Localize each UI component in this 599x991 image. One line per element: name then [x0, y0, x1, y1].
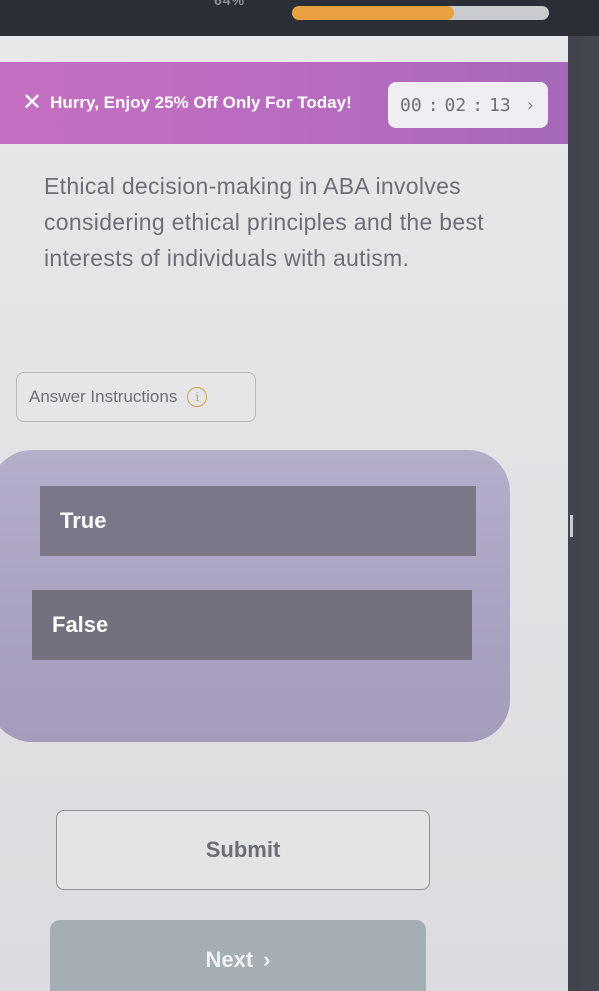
timer-hours: 00	[400, 94, 422, 116]
option-true[interactable]: True	[40, 486, 476, 556]
answer-options-panel: True False	[0, 450, 510, 742]
close-icon[interactable]: ✕	[22, 91, 42, 115]
timer-minutes: 02	[444, 94, 467, 116]
progress-percent: 64%	[214, 0, 246, 8]
timer-seconds: 13	[489, 94, 511, 116]
timer-separator: :	[427, 94, 439, 116]
option-label: True	[60, 508, 107, 533]
chevron-right-icon: ›	[524, 94, 536, 116]
submit-label: Submit	[205, 837, 281, 862]
promo-text: Hurry, Enjoy 25% Off Only For Today!	[50, 93, 352, 112]
next-label: Next	[205, 947, 254, 972]
submit-button[interactable]: Submit	[56, 810, 430, 890]
option-false[interactable]: False	[32, 590, 472, 660]
top-status-bar: 64%	[0, 0, 599, 36]
option-label: False	[52, 612, 109, 637]
progress-bar	[292, 6, 549, 20]
answer-instructions-button[interactable]: Answer Instructions i	[16, 372, 256, 422]
countdown-timer[interactable]: 00 : 02 : 13 ›	[388, 82, 548, 128]
answer-instructions-label: Answer Instructions	[29, 387, 178, 406]
device-frame: 64% ✕ Hurry, Enjoy 25% Off Only For Toda…	[0, 0, 599, 991]
scroll-indicator	[570, 515, 573, 537]
quiz-screen: ✕ Hurry, Enjoy 25% Off Only For Today! 0…	[0, 36, 568, 991]
chevron-right-icon: ›	[263, 947, 271, 972]
next-button[interactable]: Next ›	[50, 920, 426, 991]
info-icon: i	[187, 387, 208, 407]
question-text: Ethical decision-making in ABA involves …	[44, 173, 484, 271]
progress-bar-fill	[292, 6, 454, 20]
timer-separator: :	[472, 94, 484, 116]
promo-banner: ✕ Hurry, Enjoy 25% Off Only For Today! 0…	[0, 62, 568, 144]
